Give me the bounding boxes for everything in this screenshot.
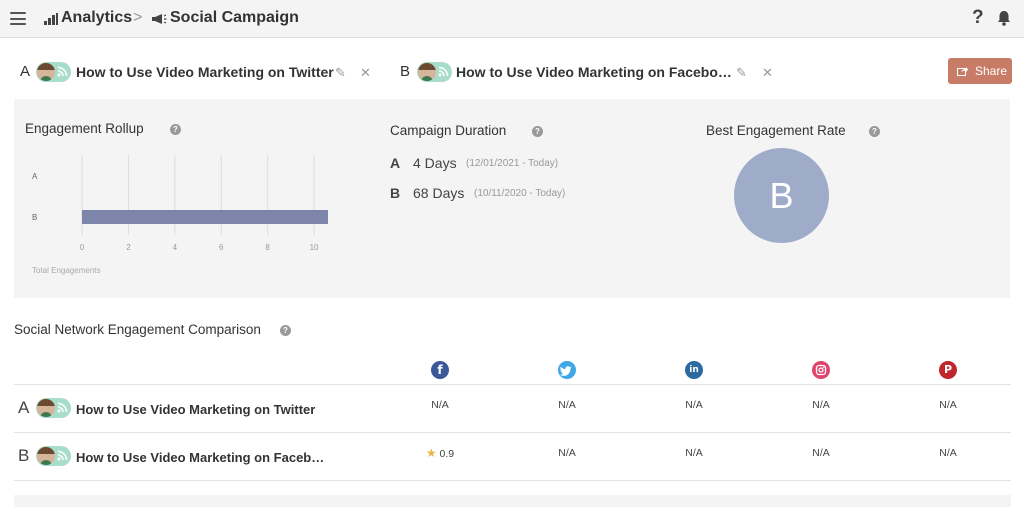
campaign-duration-title: Campaign Duration	[390, 123, 507, 138]
divider	[14, 480, 1011, 481]
row-title[interactable]: How to Use Video Marketing on Faceb…	[76, 450, 324, 465]
rss-icon	[438, 66, 449, 77]
share-button[interactable]: Share	[948, 58, 1012, 84]
menu-icon[interactable]	[10, 12, 26, 25]
breadcrumb-analytics[interactable]: Analytics	[61, 9, 132, 27]
star-icon: ★	[425, 446, 437, 460]
avatar	[36, 62, 71, 82]
share-label: Share	[975, 64, 1008, 78]
instagram-icon[interactable]	[812, 361, 830, 379]
edit-pencil-icon[interactable]: ✎	[335, 65, 346, 81]
chart-canvas: 0 2 4 6 8 10 A B Total Engagements	[32, 155, 328, 275]
campaign-title[interactable]: How to Use Video Marketing on Facebo…	[456, 64, 732, 80]
facebook-value: ★ 0.9	[410, 446, 470, 460]
x-tick-label: 6	[219, 243, 224, 252]
campaign-title[interactable]: How to Use Video Marketing on Twitter	[76, 64, 334, 80]
x-tick-label: 10	[310, 243, 319, 252]
help-icon[interactable]: ?	[972, 7, 984, 29]
duration-row-b: B 68 Days (10/11/2020 - Today)	[390, 185, 690, 203]
twitter-value: N/A	[558, 447, 576, 459]
linkedin-value: N/A	[685, 447, 703, 459]
row-title[interactable]: How to Use Video Marketing on Twitter	[76, 402, 315, 417]
edit-pencil-icon[interactable]: ✎	[736, 65, 747, 81]
divider	[14, 384, 1011, 385]
help-icon[interactable]: ?	[280, 325, 291, 336]
avatar	[417, 62, 452, 82]
x-axis-label: Total Engagements	[32, 266, 101, 275]
best-engagement-title: Best Engagement Rate	[706, 123, 846, 138]
pinterest-value: N/A	[939, 399, 957, 411]
campaign-a-header: A How to Use Video Marketing on Twitter …	[20, 62, 380, 84]
linkedin-icon[interactable]: in	[685, 361, 703, 379]
analytics-bar-icon	[44, 13, 58, 25]
close-icon[interactable]: ✕	[762, 65, 773, 81]
bell-icon[interactable]	[997, 10, 1011, 26]
duration-range: (12/01/2021 - Today)	[466, 158, 559, 169]
bottom-strip	[14, 495, 1011, 507]
social-comparison-title: Social Network Engagement Comparison	[14, 322, 261, 337]
campaign-letter: A	[20, 63, 31, 80]
x-tick-label: 2	[126, 243, 131, 252]
avatar	[36, 446, 71, 466]
rss-icon	[57, 402, 68, 413]
close-icon[interactable]: ✕	[360, 65, 371, 81]
breadcrumb-social-campaign: Social Campaign	[170, 9, 299, 26]
row-letter: A	[18, 398, 30, 417]
pinterest-icon[interactable]: P	[939, 361, 957, 379]
campaign-letter: B	[400, 63, 411, 80]
help-icon[interactable]: ?	[869, 126, 880, 137]
facebook-icon[interactable]: f	[431, 361, 449, 379]
best-engagement-badge: B	[734, 148, 829, 243]
duration-days: 68 Days	[413, 185, 465, 201]
summary-panel: Engagement Rollup ? 0 2 4 6 8 10 A B Total Engag…	[14, 99, 1010, 298]
duration-days: 4 Days	[413, 155, 457, 171]
divider	[14, 432, 1011, 433]
linkedin-value: N/A	[685, 399, 703, 411]
rss-icon	[57, 450, 68, 461]
facebook-value: N/A	[431, 399, 449, 411]
twitter-icon[interactable]	[558, 361, 576, 379]
x-tick-label: 0	[80, 243, 85, 252]
rss-icon	[57, 66, 68, 77]
duration-row-a: A 4 Days (12/01/2021 - Today)	[390, 155, 690, 173]
duration-letter: A	[390, 155, 401, 171]
x-tick-label: 4	[173, 243, 178, 252]
help-icon[interactable]: ?	[532, 126, 543, 137]
breadcrumb-separator: >	[133, 9, 143, 26]
top-bar: Analytics > Social Campaign ?	[0, 0, 1024, 38]
campaign-b-header: B How to Use Video Marketing on Facebo… …	[400, 62, 780, 84]
engagement-rollup-chart: Engagement Rollup ? 0 2 4 6 8 10 A B Total Engag…	[14, 99, 354, 298]
bar	[82, 210, 328, 224]
duration-letter: B	[390, 185, 401, 201]
duration-range: (10/11/2020 - Today)	[474, 188, 566, 199]
y-category-label: B	[32, 213, 37, 222]
row-letter: B	[18, 446, 30, 465]
twitter-value: N/A	[558, 399, 576, 411]
share-icon	[957, 67, 968, 76]
instagram-value: N/A	[812, 399, 830, 411]
instagram-value: N/A	[812, 447, 830, 459]
megaphone-icon	[152, 14, 167, 24]
y-category-label: A	[32, 172, 38, 181]
avatar	[36, 398, 71, 418]
pinterest-value: N/A	[939, 447, 957, 459]
facebook-score: 0.9	[439, 448, 455, 460]
x-tick-label: 8	[265, 243, 270, 252]
